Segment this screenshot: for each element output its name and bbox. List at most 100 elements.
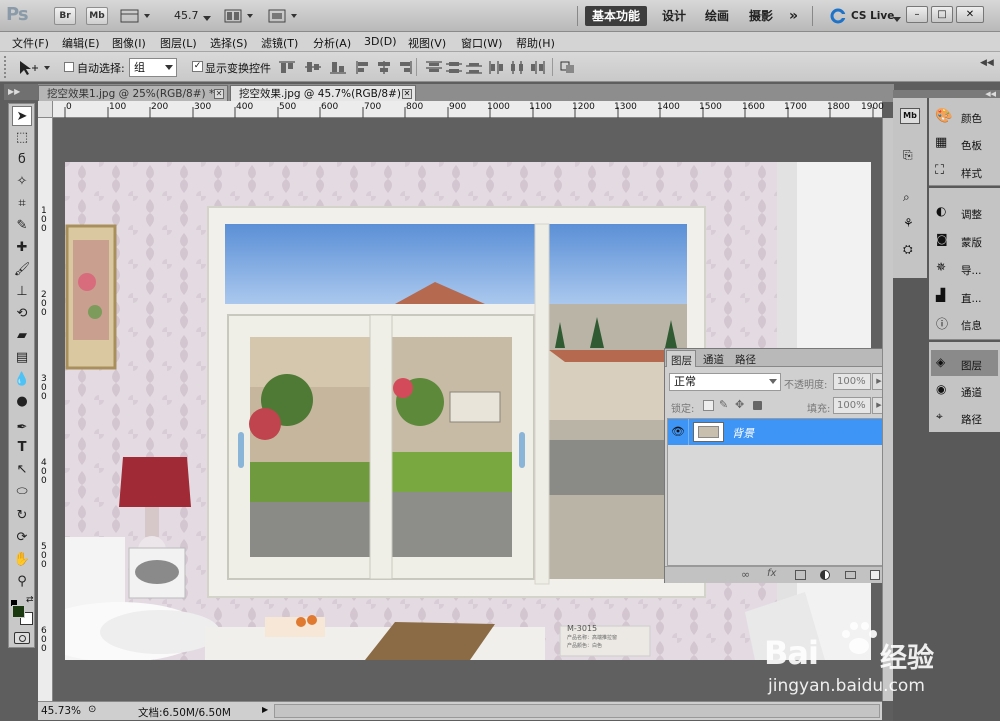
hand-tool-icon[interactable]: ✋ (12, 550, 32, 570)
layers-panel-icon[interactable]: ◈ (936, 355, 945, 369)
horizontal-ruler[interactable]: 0 100 200 300 400 500 600 700 800 900 10… (53, 101, 884, 118)
distribute-bottom-edges-icon[interactable] (466, 61, 482, 77)
paths-panel-button[interactable]: 路径 (961, 412, 982, 427)
quick-mask-icon[interactable] (14, 632, 30, 644)
menu-filter[interactable]: 滤镜(T) (261, 35, 298, 51)
marquee-tool-icon[interactable]: ⬚ (12, 128, 32, 148)
3d-orbit-tool-icon[interactable]: ⟳ (12, 528, 32, 548)
history-brush-tool-icon[interactable]: ⟲ (12, 304, 32, 324)
workspace-painting[interactable]: 绘画 (698, 6, 736, 26)
fill-field[interactable]: 100% (833, 397, 871, 414)
eyedropper-tool-icon[interactable]: ✎ (12, 216, 32, 236)
close-tab-icon[interactable]: ✕ (402, 89, 412, 99)
distribute-horizontal-centers-icon[interactable] (509, 61, 525, 77)
menu-edit[interactable]: 编辑(E) (62, 35, 100, 51)
adjustments-panel-button[interactable]: 调整 (961, 207, 982, 222)
menu-view[interactable]: 视图(V) (408, 35, 446, 51)
channels-panel-button[interactable]: 通道 (961, 385, 982, 400)
show-transform-controls-checkbox[interactable]: ✓ (192, 61, 203, 72)
dock-collapse-bar[interactable]: ◀◀ (929, 90, 1000, 98)
distribute-vertical-centers-icon[interactable] (446, 61, 462, 77)
lasso-tool-icon[interactable]: ϭ (12, 150, 32, 170)
histogram-panel-button[interactable]: 直... (961, 291, 982, 306)
auto-align-layers-icon[interactable] (560, 61, 576, 77)
distribute-top-edges-icon[interactable] (426, 61, 442, 77)
ruler-origin[interactable] (38, 101, 53, 118)
new-group-icon[interactable] (845, 571, 856, 579)
swap-colors-icon[interactable]: ⇄ (26, 595, 34, 605)
maximize-button[interactable]: □ (931, 6, 953, 23)
gradient-tool-icon[interactable]: ▤ (12, 348, 32, 368)
minimize-button[interactable]: – (906, 6, 928, 23)
document-tab-1[interactable]: 挖空效果1.jpg @ 25%(RGB/8#) * ✕ (38, 85, 228, 102)
tab-channels[interactable]: 通道 (703, 352, 724, 367)
align-bottom-edges-icon[interactable] (330, 61, 346, 77)
close-tab-icon[interactable]: ✕ (214, 89, 224, 99)
workspace-photography[interactable]: 摄影 (742, 6, 780, 26)
bridge-button[interactable]: Br (54, 7, 76, 25)
status-info-menu-arrow[interactable]: ▶ (262, 705, 268, 714)
blur-tool-icon[interactable]: 💧 (12, 370, 32, 390)
swatches-panel-icon[interactable]: ▦ (935, 135, 947, 150)
navigator-panel-icon[interactable]: ✵ (936, 260, 946, 274)
workspace-design[interactable]: 设计 (655, 6, 693, 26)
histogram-panel-icon[interactable]: ▟ (936, 288, 945, 302)
menu-analysis[interactable]: 分析(A) (313, 35, 351, 51)
pen-tool-icon[interactable]: ✒ (12, 418, 32, 438)
move-tool-preset-picker[interactable] (18, 60, 52, 76)
crop-tool-icon[interactable]: ⌗ (12, 194, 32, 214)
navigator-panel-button[interactable]: 导... (961, 263, 982, 278)
zoom-dropdown-arrow[interactable] (203, 12, 211, 25)
auto-select-checkbox[interactable] (64, 62, 74, 75)
align-vertical-centers-icon[interactable] (305, 61, 321, 77)
layers-panel-button[interactable]: 图层 (961, 358, 982, 373)
type-tool-icon[interactable]: T (12, 438, 32, 458)
masks-panel-button[interactable]: 蒙版 (961, 235, 982, 250)
styles-panel-icon[interactable]: ⛶ (935, 163, 944, 178)
menu-select[interactable]: 选择(S) (210, 35, 248, 51)
color-panel-button[interactable]: 颜色 (961, 111, 982, 126)
brush-presets-panel-icon[interactable]: ⌕ (903, 190, 910, 205)
channels-panel-icon[interactable]: ◉ (936, 382, 946, 396)
lock-image-pixels-icon[interactable]: ✎ (719, 398, 728, 411)
spot-healing-tool-icon[interactable]: ✚ (12, 238, 32, 258)
mini-bridge-button[interactable]: Mb (86, 7, 108, 25)
styles-panel-button[interactable]: 样式 (961, 166, 982, 181)
options-bar-collapse-arrows[interactable]: ◀◀ (980, 58, 994, 68)
tab-layers[interactable]: 图层 (666, 350, 696, 367)
add-mask-icon[interactable] (795, 570, 806, 580)
zoom-level-field[interactable]: 45.7 (174, 9, 199, 22)
mini-bridge-panel-icon[interactable]: Mb (900, 108, 920, 124)
menu-3d[interactable]: 3D(D) (364, 35, 397, 48)
close-button[interactable]: ✕ (956, 6, 984, 23)
clone-stamp-tool-icon[interactable]: ⊥ (12, 282, 32, 302)
toolbox-collapse-bar[interactable]: ▶▶ (4, 84, 38, 100)
distribute-left-edges-icon[interactable] (489, 61, 505, 77)
menu-help[interactable]: 帮助(H) (516, 35, 555, 51)
zoom-tool-icon[interactable]: ⚲ (12, 572, 32, 592)
dodge-tool-icon[interactable]: ● (12, 392, 32, 412)
lock-all-icon[interactable] (753, 401, 762, 410)
options-bar-grip[interactable] (4, 56, 8, 78)
more-workspaces-button[interactable]: » (782, 6, 805, 26)
lock-transparent-pixels-icon[interactable] (703, 400, 714, 411)
tab-paths[interactable]: 路径 (735, 352, 756, 367)
align-top-edges-icon[interactable] (279, 61, 295, 77)
vertical-ruler[interactable]: 1 0 0 2 0 0 3 0 0 4 0 0 5 0 0 6 0 0 (38, 118, 53, 701)
opacity-field[interactable]: 100% (833, 373, 871, 390)
tool-presets-panel-icon[interactable]: ⛭ (903, 242, 913, 257)
3d-rotate-tool-icon[interactable]: ↻ (12, 506, 32, 526)
menu-image[interactable]: 图像(I) (112, 35, 146, 51)
layer-visibility-eye-icon[interactable]: 👁 (671, 425, 685, 438)
blend-mode-dropdown[interactable]: 正常 (669, 373, 781, 391)
arrange-documents-dropdown[interactable] (224, 8, 256, 24)
cs-live-dropdown-arrow[interactable] (893, 13, 901, 26)
paths-panel-icon[interactable]: ⌖ (936, 409, 943, 424)
distribute-right-edges-icon[interactable] (529, 61, 545, 77)
masks-panel-icon[interactable]: ◙ (936, 232, 948, 246)
info-panel-icon[interactable]: ⓘ (936, 315, 948, 332)
vertical-scrollbar[interactable] (882, 118, 893, 701)
layer-name[interactable]: 背景 (732, 425, 754, 441)
status-zoom[interactable]: 45.73% (41, 705, 81, 717)
menu-window[interactable]: 窗口(W) (461, 35, 502, 51)
